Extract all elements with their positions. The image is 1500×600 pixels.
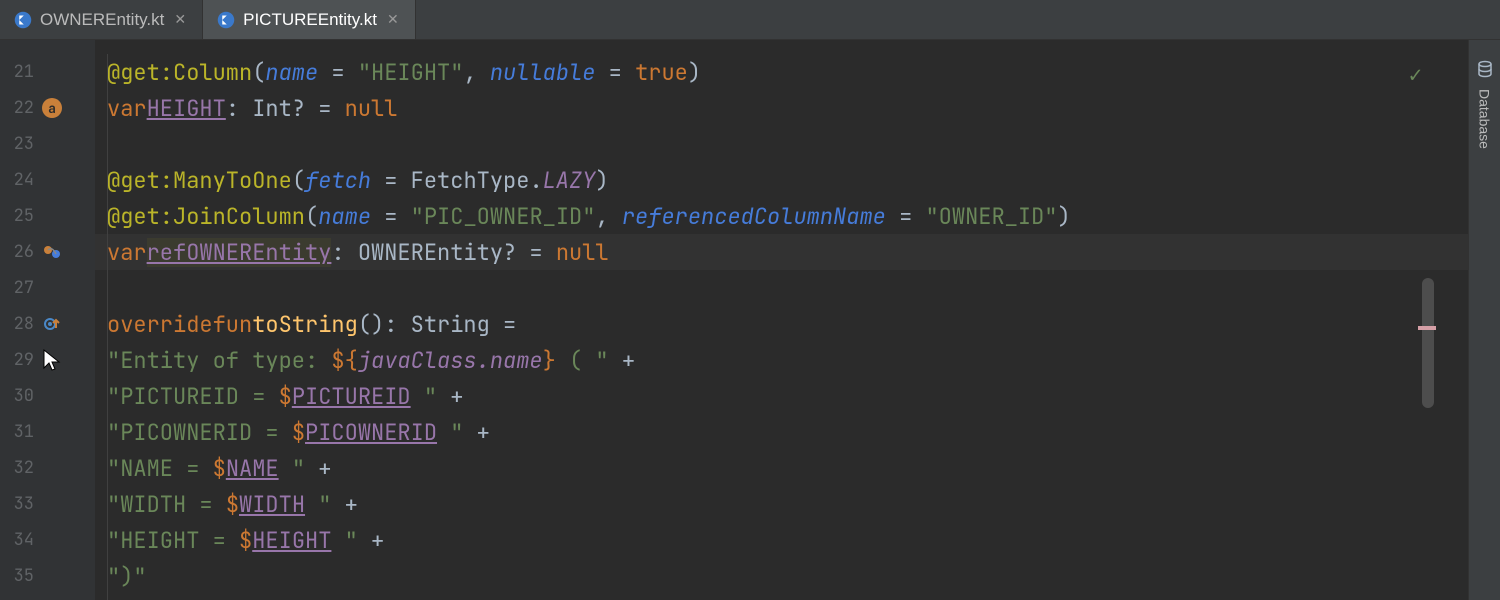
line-number: 28 [8,313,34,335]
mouse-cursor-icon [42,348,62,374]
close-icon[interactable]: ✕ [172,9,188,30]
line-number: 24 [8,169,34,191]
line-number: 35 [8,565,34,587]
line-number: 34 [8,529,34,551]
line-number: 25 [8,205,34,227]
code-line[interactable]: ")" [95,558,1468,594]
code-line[interactable]: "NAME = $NAME " + [95,450,1468,486]
scrollbar-thumb[interactable] [1422,278,1434,408]
database-tool-label[interactable]: Database [1477,89,1493,149]
tab-label: OWNEREntity.kt [40,10,164,30]
code-line[interactable] [95,270,1468,306]
line-number: 30 [8,385,34,407]
kotlin-file-icon [14,11,32,29]
editor[interactable]: 21 22a 23 24 25 26 27 28 29 30 31 32 33 … [0,40,1468,600]
code-line[interactable]: var HEIGHT: Int? = null [95,90,1468,126]
code-line[interactable]: "WIDTH = $WIDTH " + [95,486,1468,522]
code-line[interactable]: @get:Column(name = "HEIGHT", nullable = … [95,54,1468,90]
code-area[interactable]: @get:Column(name = "HEIGHT", nullable = … [95,40,1468,600]
line-number: 27 [8,277,34,299]
code-line[interactable]: var refOWNEREntity: OWNEREntity? = null [95,234,1468,270]
tool-window-bar: Database [1468,40,1500,600]
code-line[interactable]: override fun toString(): String = [95,306,1468,342]
inspection-ok-icon[interactable]: ✓ [1409,60,1422,89]
close-icon[interactable]: ✕ [385,9,401,30]
code-line[interactable]: "Entity of type: ${javaClass.name} ( " + [95,342,1468,378]
tab-owner-entity[interactable]: OWNEREntity.kt ✕ [0,0,203,39]
line-number: 21 [8,61,34,83]
code-line[interactable]: "PICOWNERID = $PICOWNERID " + [95,414,1468,450]
code-line[interactable]: @get:JoinColumn(name = "PIC_OWNER_ID", r… [95,198,1468,234]
line-number: 23 [8,133,34,155]
line-number: 32 [8,457,34,479]
code-line[interactable]: @get:ManyToOne(fetch = FetchType.LAZY) [95,162,1468,198]
code-line[interactable]: "HEIGHT = $HEIGHT " + [95,522,1468,558]
database-icon[interactable] [1476,60,1494,83]
line-number: 31 [8,421,34,443]
error-stripe-marker[interactable] [1418,326,1436,330]
code-line[interactable]: "PICTUREID = $PICTUREID " + [95,378,1468,414]
editor-tabs: OWNEREntity.kt ✕ PICTUREEntity.kt ✕ [0,0,1500,40]
tab-label: PICTUREEntity.kt [243,10,377,30]
line-number: 29 [8,349,34,371]
relation-icon[interactable] [42,242,62,262]
tab-picture-entity[interactable]: PICTUREEntity.kt ✕ [203,0,416,39]
attribute-icon[interactable]: a [42,98,62,118]
indent-guide [107,54,108,600]
line-number: 22 [8,97,34,119]
code-line[interactable] [95,126,1468,162]
override-icon[interactable] [42,314,62,334]
line-number: 33 [8,493,34,515]
line-number: 26 [8,241,34,263]
kotlin-file-icon [217,11,235,29]
gutter: 21 22a 23 24 25 26 27 28 29 30 31 32 33 … [0,40,95,600]
